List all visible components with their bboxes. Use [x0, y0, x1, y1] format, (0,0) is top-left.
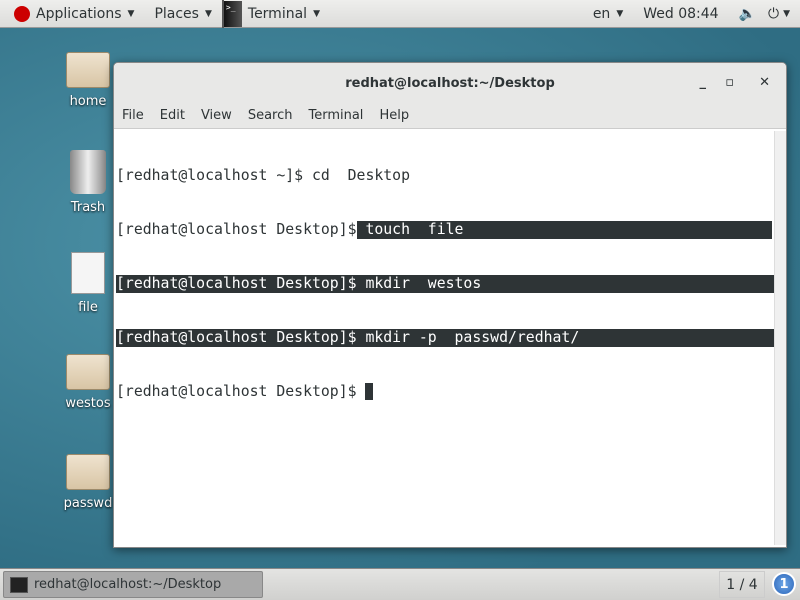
- workspace-pager[interactable]: 1 / 4: [719, 571, 765, 598]
- places-label: Places: [154, 5, 199, 22]
- command: mkdir westos: [365, 275, 482, 292]
- menu-search[interactable]: Search: [240, 108, 301, 123]
- system-menu[interactable]: 🔈 ⏻ ▼: [729, 0, 800, 28]
- close-button[interactable]: ✕: [759, 75, 770, 90]
- places-menu[interactable]: Places ▼: [144, 0, 221, 28]
- workspace-number: 1: [779, 576, 789, 592]
- title-bar[interactable]: redhat@localhost:~/Desktop _ ▫ ✕: [114, 63, 786, 103]
- menu-view[interactable]: View: [193, 108, 240, 123]
- pager-label: 1 / 4: [726, 576, 758, 593]
- workspace-indicator[interactable]: 1: [772, 572, 796, 596]
- redhat-logo-icon: [14, 5, 30, 22]
- prompt: [redhat@localhost Desktop]$: [116, 275, 366, 292]
- command: mkdir -p passwd/redhat/: [365, 329, 580, 346]
- clock-label: Wed 08:44: [643, 5, 719, 22]
- window-title: redhat@localhost:~/Desktop: [345, 75, 555, 91]
- trash-icon: [70, 150, 106, 194]
- chevron-down-icon: ▼: [313, 8, 320, 19]
- taskbar-item-terminal[interactable]: redhat@localhost:~/Desktop: [3, 571, 263, 598]
- terminal-line: [redhat@localhost Desktop]$ touch file: [116, 221, 774, 239]
- icon-label: passwd: [63, 496, 113, 511]
- terminal-line: [redhat@localhost Desktop]$ mkdir westos: [116, 275, 774, 293]
- chevron-down-icon: ▼: [783, 8, 790, 19]
- command: touch file: [356, 221, 772, 239]
- icon-label: home: [69, 94, 107, 109]
- task-label: redhat@localhost:~/Desktop: [34, 577, 222, 592]
- language-menu[interactable]: en ▼: [583, 0, 633, 28]
- menu-help[interactable]: Help: [371, 108, 417, 123]
- chevron-down-icon: ▼: [127, 8, 135, 19]
- prompt: [redhat@localhost Desktop]$: [116, 383, 366, 400]
- terminal-line: [redhat@localhost ~]$ cd Desktop: [116, 167, 774, 185]
- terminal-output[interactable]: [redhat@localhost ~]$ cd Desktop [redhat…: [116, 131, 774, 437]
- app-menu[interactable]: >_ Terminal ▼: [221, 0, 330, 28]
- terminal-icon: >_: [223, 0, 242, 27]
- file-icon: [71, 252, 105, 294]
- power-icon: ⏻: [768, 5, 780, 22]
- scrollbar[interactable]: [774, 131, 786, 545]
- lang-label: en: [592, 5, 611, 22]
- volume-icon: 🔈: [738, 5, 756, 22]
- applications-menu[interactable]: Applications ▼: [0, 0, 144, 28]
- app-label: Terminal: [247, 5, 308, 22]
- applications-label: Applications: [36, 5, 122, 22]
- minimize-button[interactable]: _: [700, 75, 707, 90]
- icon-label: file: [78, 300, 98, 315]
- folder-icon: [66, 354, 110, 390]
- clock[interactable]: Wed 08:44: [633, 0, 728, 28]
- folder-icon: [66, 454, 110, 490]
- prompt: [redhat@localhost ~]$: [116, 167, 312, 184]
- chevron-down-icon: ▼: [616, 8, 624, 19]
- home-folder-icon: [66, 52, 110, 88]
- icon-label: Trash: [70, 200, 106, 215]
- terminal-window: redhat@localhost:~/Desktop _ ▫ ✕ File Ed…: [113, 62, 787, 548]
- menu-bar: File Edit View Search Terminal Help: [114, 103, 786, 129]
- prompt: [redhat@localhost Desktop]$: [116, 221, 357, 238]
- terminal-line: [redhat@localhost Desktop]$: [116, 383, 774, 401]
- bottom-bar: redhat@localhost:~/Desktop 1 / 4 1: [0, 568, 800, 600]
- icon-label: westos: [65, 396, 111, 411]
- menu-edit[interactable]: Edit: [152, 108, 193, 123]
- chevron-down-icon: ▼: [204, 8, 212, 19]
- menu-terminal[interactable]: Terminal: [300, 108, 371, 123]
- terminal-icon: [10, 576, 28, 593]
- cursor: [365, 383, 374, 400]
- maximize-button[interactable]: ▫: [725, 75, 734, 90]
- prompt: [redhat@localhost Desktop]$: [116, 329, 366, 346]
- menu-file[interactable]: File: [114, 108, 152, 123]
- terminal-line: [redhat@localhost Desktop]$ mkdir -p pas…: [116, 329, 774, 347]
- top-bar: Applications ▼ Places ▼ >_ Terminal ▼ en ▼ We…: [0, 0, 800, 28]
- command: cd Desktop: [312, 167, 410, 184]
